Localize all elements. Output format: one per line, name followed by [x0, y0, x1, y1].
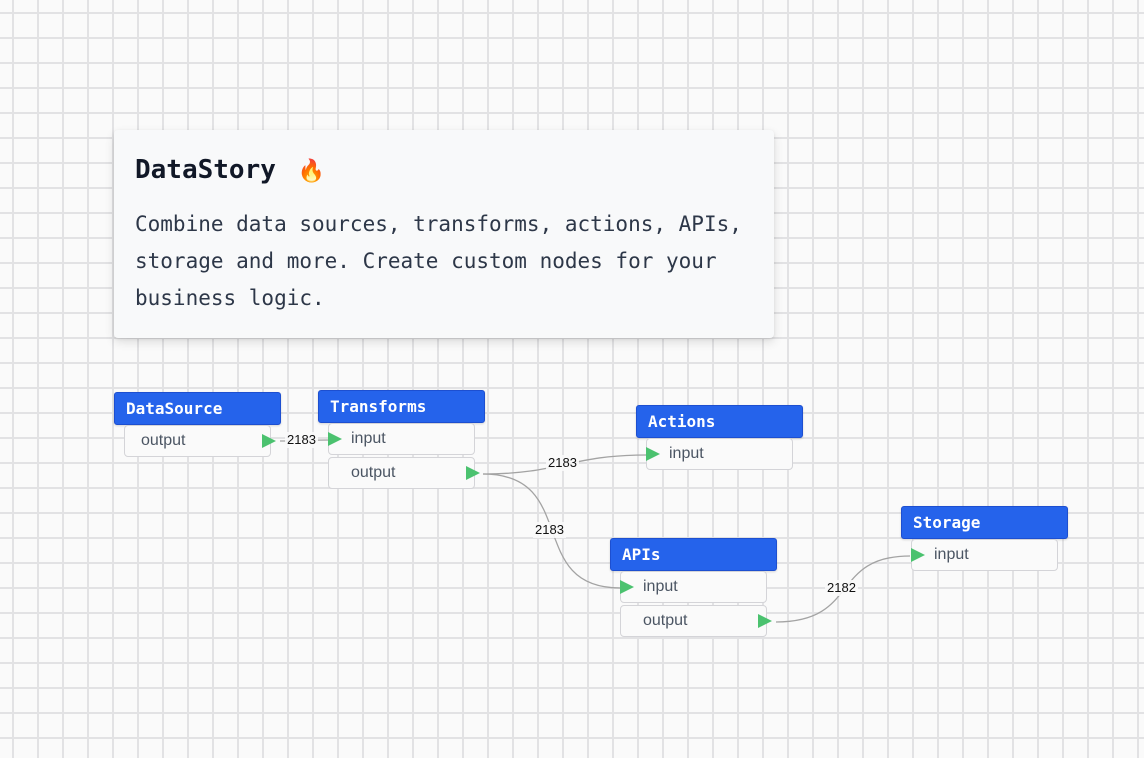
- input-port[interactable]: input: [328, 423, 475, 455]
- port-arrow-icon[interactable]: [328, 432, 342, 446]
- node-title[interactable]: Transforms: [318, 390, 485, 423]
- fire-icon: 🔥: [297, 159, 325, 184]
- node-title[interactable]: APIs: [610, 538, 777, 571]
- node-title[interactable]: Storage: [901, 506, 1068, 539]
- edge-count-label: 2182: [825, 580, 858, 596]
- port-arrow-icon[interactable]: [466, 466, 480, 480]
- port-arrow-icon[interactable]: [646, 447, 660, 461]
- intro-title-text: DataStory: [135, 155, 276, 185]
- intro-title: DataStory 🔥: [135, 152, 753, 190]
- port-arrow-icon[interactable]: [620, 580, 634, 594]
- edge-count-label: 2183: [285, 432, 318, 448]
- port-label: output: [141, 432, 186, 449]
- port-label: output: [643, 612, 688, 629]
- output-port[interactable]: output: [124, 425, 276, 457]
- edge-count-label: 2183: [533, 522, 566, 538]
- node-transforms[interactable]: Transforms input output: [318, 390, 485, 489]
- output-port[interactable]: output: [620, 605, 772, 637]
- diagram-canvas[interactable]: DataStory 🔥 Combine data sources, transf…: [0, 0, 1144, 758]
- node-actions[interactable]: Actions input: [636, 405, 803, 470]
- input-port[interactable]: input: [646, 438, 793, 470]
- input-port[interactable]: input: [911, 539, 1058, 571]
- port-label: output: [351, 464, 396, 481]
- output-port[interactable]: output: [328, 457, 480, 489]
- node-storage[interactable]: Storage input: [901, 506, 1068, 571]
- intro-description: Combine data sources, transforms, action…: [135, 212, 742, 310]
- intro-card: DataStory 🔥 Combine data sources, transf…: [114, 130, 774, 338]
- node-title[interactable]: DataSource: [114, 392, 281, 425]
- port-arrow-icon[interactable]: [758, 614, 772, 628]
- node-datasource[interactable]: DataSource output: [114, 392, 281, 457]
- node-apis[interactable]: APIs input output: [610, 538, 777, 637]
- port-arrow-icon[interactable]: [262, 434, 276, 448]
- node-title[interactable]: Actions: [636, 405, 803, 438]
- port-arrow-icon[interactable]: [911, 548, 925, 562]
- edge-count-label: 2183: [546, 455, 579, 471]
- input-port[interactable]: input: [620, 571, 767, 603]
- edges-layer: [279, 439, 911, 623]
